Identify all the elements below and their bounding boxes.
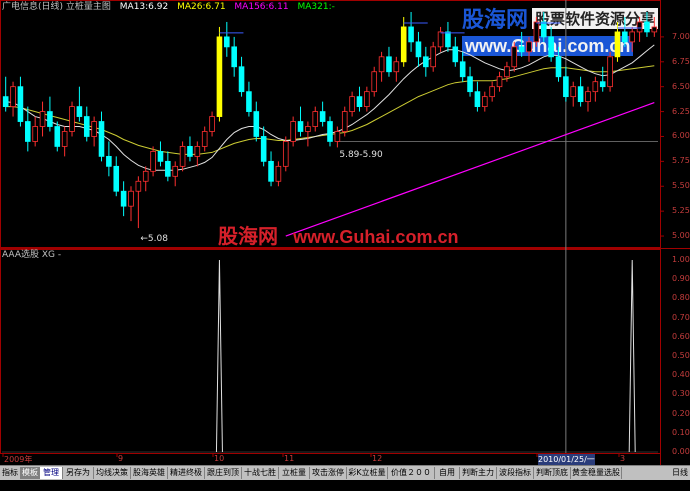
indicator-tick: 0.50 (672, 351, 690, 360)
date-label: 11 (284, 454, 295, 463)
indicator-tick: 1.00 (672, 255, 690, 264)
indicator-tick: 0.40 (672, 370, 690, 380)
date-label: 9 (118, 454, 124, 463)
tab-3[interactable]: 另存为 (63, 467, 94, 479)
date-axis: 2009年 9 10 11 12 2010/01/25/一 3 (0, 454, 690, 465)
indicator-tick: 0.20 (672, 408, 690, 418)
tab-14[interactable]: 判断主力 (460, 467, 497, 479)
watermark-center-logo: 股海网 (218, 224, 278, 248)
tab-2[interactable]: 管理 (40, 467, 63, 479)
tab-17[interactable]: 黄金稳量选股 (571, 467, 622, 479)
tab-0[interactable]: 指标 (0, 467, 21, 479)
date-label: 12 (372, 454, 383, 463)
tab-6[interactable]: 精进终极 (168, 467, 205, 479)
date-label: 10 (214, 454, 225, 463)
watermark-center-url: www.Guhai.com.cn (293, 227, 459, 247)
stock-chart-window: 股海网 股票软件资源分享 www.Guhai.com.cn 广电信息(日线) 立… (0, 0, 690, 489)
tab-9[interactable]: 立桩量 (279, 467, 310, 479)
tab-5[interactable]: 股海英雄 (131, 467, 168, 479)
indicator-tick: 0.30 (672, 389, 690, 399)
tab-13[interactable]: 自用 (435, 467, 460, 479)
date-label: 2010/01/25/一 (538, 454, 595, 465)
indicator-tick: 0.10 (672, 427, 690, 437)
tab-12[interactable]: 价值２００万 (388, 467, 435, 489)
tab-4[interactable]: 均线决策 (94, 467, 131, 479)
tab-16[interactable]: 判断顶底 (534, 467, 571, 479)
watermark-center: 股海网 www.Guhai.com.cn (218, 220, 458, 249)
tab-8[interactable]: 十战七胜 (242, 467, 279, 479)
date-label: 2009年 (4, 455, 33, 464)
timeframe-label[interactable]: 日线 (672, 467, 688, 479)
date-label: 3 (620, 454, 626, 463)
tab-11[interactable]: 彩K立桩量 (347, 467, 388, 479)
indicator-tick: 0.80 (672, 293, 690, 303)
tab-15[interactable]: 波段指标 (497, 467, 534, 479)
tab-7[interactable]: 跟庄到顶 (205, 467, 242, 479)
tab-1[interactable]: 模板 (21, 467, 40, 479)
indicator-tab-bar: 日线 指标 模板 管理 另存为 均线决策 股海英雄 精进终极 跟庄到顶 十战七胜 立桩量 攻击涨停彩… (0, 465, 690, 489)
tab-10[interactable]: 攻击涨停 (310, 467, 347, 479)
indicator-tick: 0.90 (672, 274, 690, 284)
indicator-tick: 0.60 (672, 331, 690, 341)
price-annotation: 5.89-5.90 (339, 150, 383, 161)
price-annotation: ←5.08 (140, 234, 168, 245)
indicator-tick: 0.70 (672, 312, 690, 322)
